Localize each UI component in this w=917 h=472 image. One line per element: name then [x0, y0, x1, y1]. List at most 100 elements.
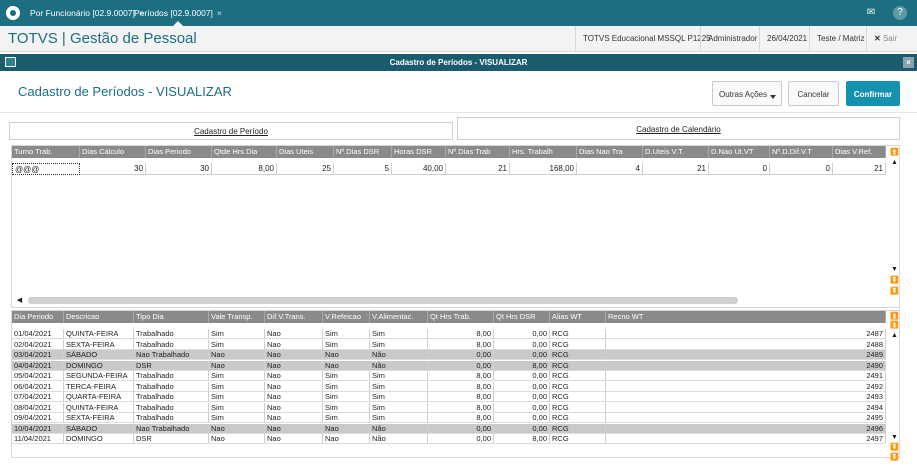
table-cell[interactable]: Sim — [323, 339, 370, 350]
table-cell[interactable]: Sim — [370, 402, 428, 413]
table-row[interactable]: 06/04/2021 TERCA-FEIRA Trabalhado Sim Nao Sim… — [12, 381, 886, 392]
table-cell[interactable]: SEGUNDA-FEIRA — [64, 371, 134, 381]
table-cell[interactable]: DSR — [134, 360, 209, 371]
column-header[interactable]: Dias Periodo — [146, 146, 212, 158]
table-cell[interactable]: Não — [370, 423, 428, 434]
table-cell[interactable]: 8,00 — [494, 434, 550, 444]
table-cell[interactable]: 0,00 — [494, 413, 550, 423]
table-cell[interactable]: Sim — [209, 339, 265, 350]
column-header[interactable]: Qt Hrs Trab. — [428, 311, 494, 323]
tab-cadastro-calendario[interactable]: Cadastro de Calendário — [457, 117, 900, 140]
user-label[interactable]: Administrador — [700, 26, 764, 52]
table-cell[interactable]: 0,00 — [494, 402, 550, 413]
first-record-icon[interactable]: ⏫ — [890, 148, 899, 157]
table-cell[interactable]: QUARTA-FEIRA — [64, 392, 134, 402]
table-cell[interactable]: Nao — [209, 360, 265, 371]
column-header[interactable]: Dias Uteis — [277, 146, 334, 158]
table-cell[interactable]: SEXTA-FEIRA — [64, 339, 134, 350]
table-cell[interactable]: Nao — [209, 434, 265, 444]
help-icon[interactable]: ? — [893, 6, 907, 20]
scroll-up-icon[interactable]: ▲ — [890, 331, 899, 340]
table-cell[interactable]: 06/04/2021 — [12, 381, 64, 392]
table-cell[interactable]: 10/04/2021 — [12, 423, 64, 434]
column-header[interactable]: D.Uteis V.T. — [643, 146, 709, 158]
table-cell[interactable]: Sim — [370, 381, 428, 392]
table-cell[interactable]: Sim — [370, 339, 428, 350]
table-row[interactable]: 03/04/2021 SÁBADO Nao Trabalhado Nao Nao Nao N… — [12, 350, 886, 360]
table-cell[interactable]: 05/04/2021 — [12, 371, 64, 381]
last-record-icon[interactable]: ⏬ — [890, 276, 899, 285]
table-cell[interactable]: Nao — [265, 360, 323, 371]
table-cell[interactable]: Sim — [323, 371, 370, 381]
table-cell[interactable]: Nao — [265, 392, 323, 402]
last-record-icon[interactable]: ⏬ — [890, 287, 899, 296]
table-cell[interactable]: Nao — [265, 413, 323, 423]
table-cell[interactable]: Nao — [265, 402, 323, 413]
column-header[interactable]: Hrs. Trabalh — [510, 146, 577, 158]
table-cell[interactable]: 168,00 — [510, 163, 577, 175]
table-cell[interactable]: Sim — [370, 413, 428, 423]
table-cell[interactable]: @@@ — [12, 163, 80, 175]
table-cell[interactable]: 8,00 — [212, 163, 277, 175]
column-header[interactable]: V.Refeicao — [323, 311, 370, 323]
table-cell[interactable]: 0,00 — [494, 423, 550, 434]
table-cell[interactable]: Trabalhado — [134, 329, 209, 339]
table-cell[interactable]: 2487 — [606, 329, 886, 339]
column-header[interactable]: Nº.Dias DSR — [334, 146, 392, 158]
table-cell[interactable]: 2491 — [606, 371, 886, 381]
table-cell[interactable]: 40,00 — [392, 163, 446, 175]
table-cell[interactable]: Sim — [209, 329, 265, 339]
scroll-left-icon[interactable]: ◀ — [15, 296, 24, 305]
column-header[interactable]: Qtde Hrs Dia — [212, 146, 277, 158]
table-cell[interactable]: 8,00 — [428, 371, 494, 381]
table-row[interactable]: 11/04/2021 DOMINGO DSR Nao Nao Nao Não 0,00 8,00… — [12, 434, 886, 444]
table-cell[interactable]: 11/04/2021 — [12, 434, 64, 444]
column-header[interactable]: Recno WT — [606, 311, 886, 323]
cancel-button[interactable]: Cancelar — [788, 81, 839, 106]
column-header[interactable]: Tipo Dia — [134, 311, 209, 323]
table-cell[interactable]: 5 — [334, 163, 392, 175]
table-cell[interactable]: 2494 — [606, 402, 886, 413]
column-header[interactable]: Nº.Dias Trab — [446, 146, 510, 158]
table-cell[interactable]: Sim — [209, 371, 265, 381]
table-cell[interactable]: 0 — [709, 163, 770, 175]
table-cell[interactable]: 8,00 — [428, 329, 494, 339]
table-cell[interactable]: Nao — [265, 423, 323, 434]
table-cell[interactable]: 8,00 — [494, 360, 550, 371]
first-record-icon[interactable]: ⏫ — [890, 321, 899, 330]
table-cell[interactable]: 09/04/2021 — [12, 413, 64, 423]
table-cell[interactable]: 8,00 — [428, 381, 494, 392]
table-cell[interactable]: 30 — [80, 163, 146, 175]
table-cell[interactable]: RCG — [550, 360, 606, 371]
table-cell[interactable]: 2489 — [606, 350, 886, 360]
table-cell[interactable]: Sim — [209, 413, 265, 423]
close-icon[interactable]: × — [217, 8, 222, 18]
table-cell[interactable]: Trabalhado — [134, 392, 209, 402]
column-header[interactable]: Dias Cálculo — [80, 146, 146, 158]
table-cell[interactable]: Nao — [323, 423, 370, 434]
table-cell[interactable]: Sim — [323, 402, 370, 413]
table-cell[interactable]: Trabalhado — [134, 371, 209, 381]
table-cell[interactable]: 08/04/2021 — [12, 402, 64, 413]
table-cell[interactable]: Sim — [370, 392, 428, 402]
close-icon[interactable]: × — [903, 57, 914, 68]
table-cell[interactable]: 0,00 — [428, 423, 494, 434]
table-cell[interactable]: 04/04/2021 — [12, 360, 64, 371]
table-cell[interactable]: Sim — [209, 392, 265, 402]
table-cell[interactable]: 2496 — [606, 423, 886, 434]
table-cell[interactable]: RCG — [550, 434, 606, 444]
column-header[interactable]: Dias V.Ref. — [833, 146, 886, 158]
scroll-down-icon[interactable]: ▼ — [890, 265, 899, 274]
column-header[interactable]: Descricao — [64, 311, 134, 323]
table-cell[interactable]: RCG — [550, 339, 606, 350]
column-header[interactable]: Alias WT — [550, 311, 606, 323]
table-cell[interactable]: RCG — [550, 329, 606, 339]
table-cell[interactable]: Sim — [209, 381, 265, 392]
table-cell[interactable]: RCG — [550, 402, 606, 413]
table-row[interactable]: 08/04/2021 QUINTA-FEIRA Trabalhado Sim Nao Si… — [12, 402, 886, 413]
table-row[interactable]: 09/04/2021 SEXTA-FEIRA Trabalhado Sim Nao Sim… — [12, 413, 886, 423]
table-row[interactable]: 04/04/2021 DOMINGO DSR Nao Nao Nao Não 0,00 8,00… — [12, 360, 886, 371]
table-cell[interactable]: Nao — [265, 329, 323, 339]
column-header[interactable]: Nº.D.Dif.V.T — [770, 146, 833, 158]
table-cell[interactable]: Nao — [323, 434, 370, 444]
